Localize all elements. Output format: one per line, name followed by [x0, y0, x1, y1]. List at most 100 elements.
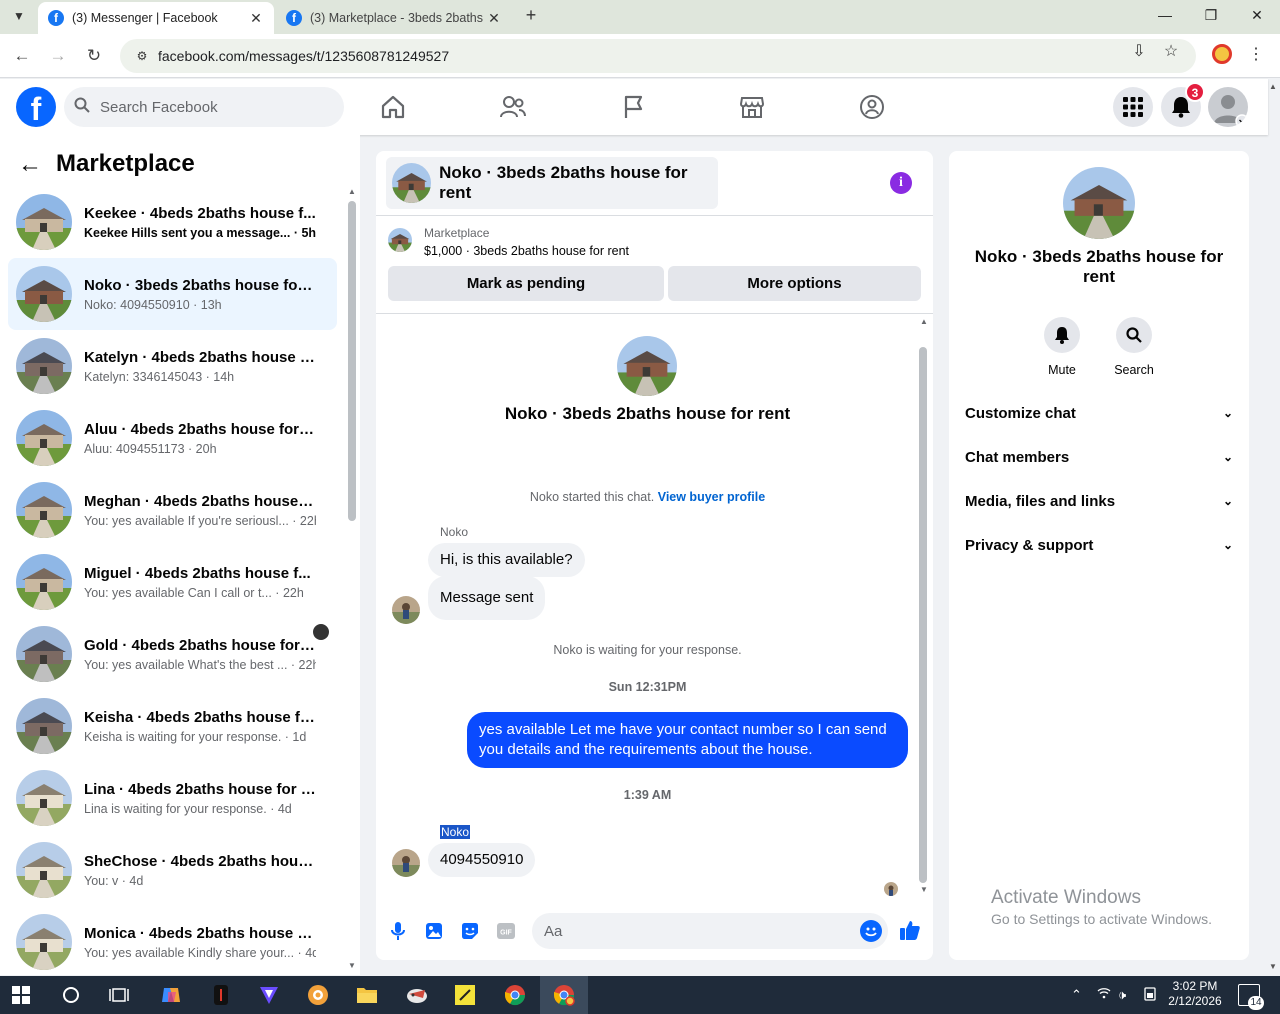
media-files-links-section[interactable]: Media, files and links ⌄ [965, 481, 1233, 521]
more-options-button[interactable]: More options [668, 266, 921, 301]
conversation-text: Lina · 4beds 2baths house for rent Lina i… [84, 781, 316, 816]
marketplace-icon[interactable] [736, 91, 768, 123]
conversation-name: Miguel · 4beds 2baths house f... [84, 564, 311, 582]
site-settings-icon[interactable]: ⚙ [128, 49, 156, 63]
info-icon[interactable]: i [890, 172, 912, 194]
app-bird-icon[interactable] [404, 982, 430, 1008]
task-view-icon[interactable] [106, 982, 132, 1008]
sender-avatar[interactable] [392, 596, 420, 624]
volume-icon[interactable]: 🕩 [1118, 987, 1126, 1003]
pages-flag-icon[interactable] [617, 91, 649, 123]
tab-marketplace[interactable]: f (3) Marketplace - 3beds 2baths ✕ [276, 2, 512, 34]
conversation-item[interactable]: Keekee · 4beds 2baths house f... Keekee H… [8, 186, 337, 258]
sticky-notes-icon[interactable] [452, 982, 478, 1008]
facebook-header: f 3 [0, 79, 1268, 135]
conversation-item[interactable]: Katelyn · 4beds 2baths house fo... Kately… [8, 330, 337, 402]
emoji-icon[interactable] [860, 920, 882, 942]
window-close-button[interactable]: ✕ [1234, 2, 1280, 30]
sender-avatar[interactable] [392, 849, 420, 877]
search-input[interactable] [100, 98, 320, 116]
photo-icon[interactable] [423, 920, 445, 942]
conversation-item[interactable]: Noko · 3beds 2baths house for r... Noko: … [8, 258, 337, 330]
mark-as-pending-button[interactable]: Mark as pending [388, 266, 664, 301]
chat-title: Noko · 3beds 2baths house for rent [439, 163, 688, 202]
bookmark-star-icon[interactable]: ☆ [1160, 41, 1182, 61]
conversation-name: Gold · 4beds 2baths house for r... [84, 636, 316, 654]
tab-close-icon[interactable]: ✕ [486, 10, 502, 27]
browser-menu-icon[interactable]: ⋮ [1248, 44, 1264, 64]
new-tab-button[interactable]: + [520, 4, 542, 26]
scroll-up-arrow-icon[interactable]: ▲ [348, 187, 356, 196]
app-dark-icon[interactable] [208, 982, 234, 1008]
brave-browser-icon[interactable] [305, 982, 331, 1008]
scroll-down-arrow-icon[interactable]: ▼ [920, 885, 928, 894]
tab-title: (3) Messenger | Facebook [72, 11, 218, 25]
sticker-icon[interactable] [459, 920, 481, 942]
groups-icon[interactable] [856, 91, 888, 123]
extension-icon[interactable] [1212, 44, 1232, 64]
tab-messenger[interactable]: f (3) Messenger | Facebook ✕ [38, 2, 274, 34]
battery-icon[interactable] [1143, 987, 1157, 1004]
back-button[interactable]: ← [8, 42, 36, 70]
chrome-icon[interactable] [502, 982, 528, 1008]
view-buyer-profile-link[interactable]: View buyer profile [658, 490, 765, 504]
outgoing-message[interactable]: yes available Let me have your contact n… [467, 712, 908, 768]
conversation-name: Noko · 3beds 2baths house for r... [84, 276, 316, 294]
tab-close-icon[interactable]: ✕ [248, 10, 264, 27]
windows-taskbar: ⌃ 🕩 3:02 PM 2/12/2026 14 [0, 976, 1280, 1014]
conversation-item[interactable]: SheChose · 4beds 2baths house ... You: v … [8, 834, 337, 906]
scroll-up-arrow-icon[interactable]: ▲ [920, 317, 928, 326]
search-action[interactable]: Search [1104, 317, 1164, 377]
vpn-shield-icon[interactable] [256, 982, 282, 1008]
customize-chat-section[interactable]: Customize chat ⌄ [965, 393, 1233, 433]
microphone-icon[interactable] [387, 920, 409, 942]
menu-grid-button[interactable] [1113, 87, 1153, 127]
facebook-logo[interactable]: f [16, 87, 56, 127]
chat-scrollbar[interactable] [919, 347, 927, 883]
friends-icon[interactable] [497, 91, 529, 123]
chrome-active-icon[interactable] [551, 982, 577, 1008]
search-circle-icon[interactable] [58, 982, 84, 1008]
address-bar[interactable]: ⚙ facebook.com/messages/t/12356087812495… [120, 39, 1196, 73]
windows-start-icon[interactable] [8, 982, 34, 1008]
home-icon[interactable] [377, 91, 409, 123]
conversation-item[interactable]: Keisha · 4beds 2baths house for ... Keish… [8, 690, 337, 762]
search-icon[interactable] [1116, 317, 1152, 353]
restore-button[interactable]: ❐ [1188, 2, 1234, 30]
conversation-item[interactable]: Aluu · 4beds 2baths house for re... Aluu:… [8, 402, 337, 474]
conversation-item[interactable]: Gold · 4beds 2baths house for r... You: y… [8, 618, 337, 690]
mute-action[interactable]: Mute [1032, 317, 1092, 377]
conversation-item[interactable]: Meghan · 4beds 2baths house f... You: yes… [8, 474, 337, 546]
file-explorer-icon[interactable] [354, 982, 380, 1008]
taskbar-clock[interactable]: 3:02 PM 2/12/2026 [1160, 979, 1230, 1009]
conversation-item[interactable]: Miguel · 4beds 2baths house f... You: yes… [8, 546, 337, 618]
privacy-support-section[interactable]: Privacy & support ⌄ [965, 525, 1233, 565]
listing-price-title[interactable]: $1,000 · 3beds 2baths house for rent [424, 244, 629, 258]
reload-button[interactable]: ↻ [80, 42, 108, 70]
gif-icon[interactable]: GIF [495, 920, 517, 942]
minimize-button[interactable]: — [1142, 2, 1188, 30]
incoming-message[interactable]: Hi, is this available? [428, 543, 585, 577]
incoming-message[interactable]: 4094550910 [428, 843, 536, 877]
message-input[interactable] [532, 913, 888, 949]
tab-search-chevron-icon[interactable]: ▼ [6, 4, 32, 28]
install-app-icon[interactable]: ⇩ [1128, 41, 1150, 61]
search-box[interactable] [64, 87, 344, 127]
incoming-message[interactable]: Message sent [428, 576, 546, 620]
scroll-down-arrow-icon[interactable]: ▼ [348, 961, 356, 970]
page-scroll-down-icon[interactable]: ▼ [1269, 962, 1277, 971]
conversation-item[interactable]: Lina · 4beds 2baths house for rent Lina i… [8, 762, 337, 834]
chat-members-section[interactable]: Chat members ⌄ [965, 437, 1233, 477]
wifi-icon[interactable] [1097, 987, 1111, 1002]
account-avatar[interactable] [1208, 87, 1248, 127]
conversation-item[interactable]: Monica · 4beds 2baths house fo... You: ye… [8, 906, 337, 978]
chat-header[interactable]: Noko · 3beds 2baths house for rent [386, 157, 718, 209]
like-thumb-icon[interactable] [899, 919, 921, 941]
sidebar-scrollbar[interactable] [348, 201, 356, 521]
back-arrow-icon[interactable]: ← [18, 151, 42, 179]
forward-button[interactable]: → [44, 42, 72, 70]
page-scroll-up-icon[interactable]: ▲ [1269, 82, 1277, 91]
copilot-icon[interactable] [158, 982, 184, 1008]
tray-chevron-up-icon[interactable]: ⌃ [1071, 987, 1082, 1003]
bell-icon[interactable] [1044, 317, 1080, 353]
